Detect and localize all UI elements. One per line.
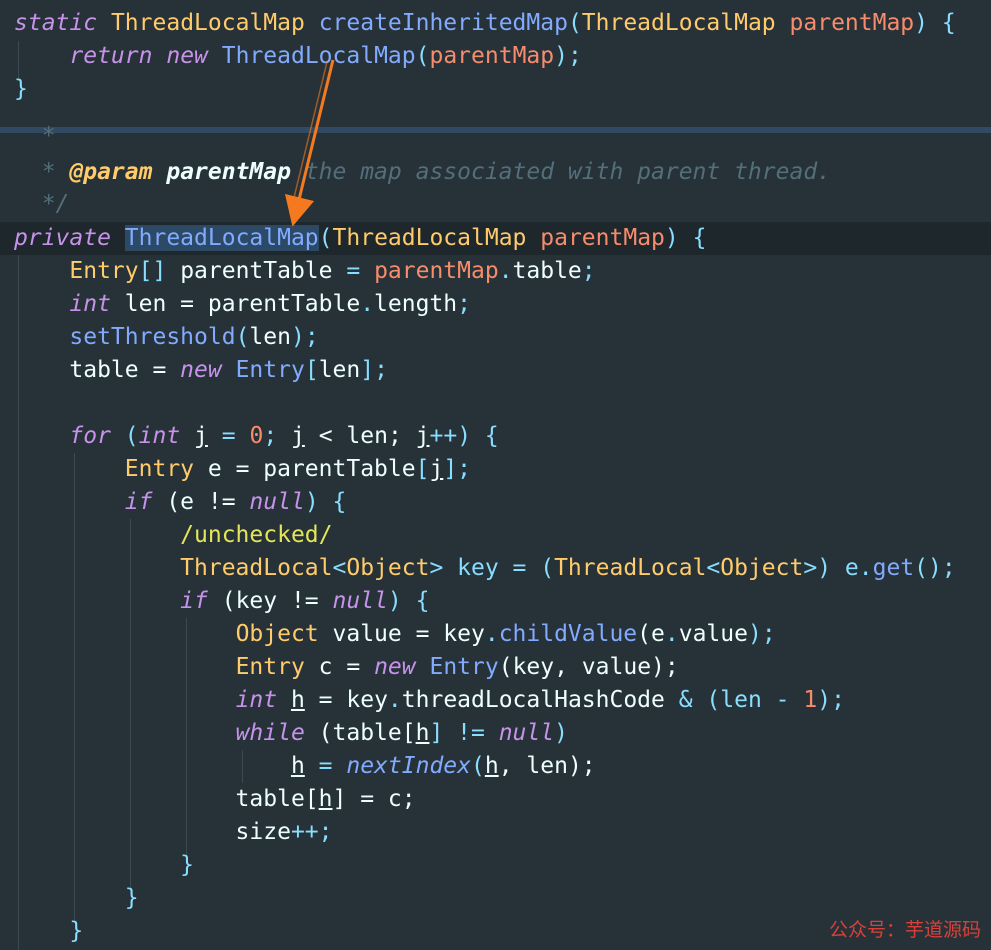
watermark: 公众号：芋道源码 bbox=[828, 919, 981, 941]
code-line: * @param parentMap the map associated wi… bbox=[14, 159, 832, 185]
code-line: while (table[h] != null) bbox=[235, 720, 568, 746]
code-line: int len = parentTable.length; bbox=[69, 291, 471, 317]
code-line: setThreshold(len); bbox=[69, 324, 319, 350]
code-line: } bbox=[14, 76, 28, 102]
code-line: static ThreadLocalMap createInheritedMap… bbox=[14, 10, 956, 36]
code-line: ThreadLocal<Object> key = (ThreadLocal<O… bbox=[180, 555, 956, 581]
code-line: Entry[] parentTable = parentMap.table; bbox=[69, 258, 596, 284]
code-line: size++; bbox=[14, 819, 333, 845]
code-line: Entry e = parentTable[j]; bbox=[124, 456, 472, 482]
code-line: } bbox=[14, 885, 139, 911]
code-line: } bbox=[14, 852, 195, 878]
method-name[interactable]: createInheritedMap bbox=[319, 10, 568, 36]
code-line: return new ThreadLocalMap(parentMap); bbox=[69, 43, 582, 69]
code-line: if (key != null) { bbox=[180, 588, 430, 614]
code-line: int h = key.threadLocalHashCode & (len -… bbox=[235, 687, 845, 713]
code-line: for (int j = 0; j < len; j++) { bbox=[69, 423, 499, 449]
selected-constructor-name[interactable]: ThreadLocalMap bbox=[124, 225, 319, 251]
code-line: table[h] = c; bbox=[14, 786, 416, 812]
code-line: * bbox=[14, 123, 56, 149]
code-line: /unchecked/ bbox=[180, 522, 333, 548]
code-line: if (e != null) { bbox=[124, 489, 347, 515]
code-line: */ bbox=[14, 191, 70, 217]
code-line: private ThreadLocalMap(ThreadLocalMap pa… bbox=[14, 225, 707, 251]
code-line: table = new Entry[len]; bbox=[14, 357, 388, 383]
code-line: Entry c = new Entry(key, value); bbox=[235, 654, 679, 680]
code-line: Object value = key.childValue(e.value); bbox=[235, 621, 776, 647]
code-line: h = nextIndex(h, len); bbox=[290, 753, 596, 779]
